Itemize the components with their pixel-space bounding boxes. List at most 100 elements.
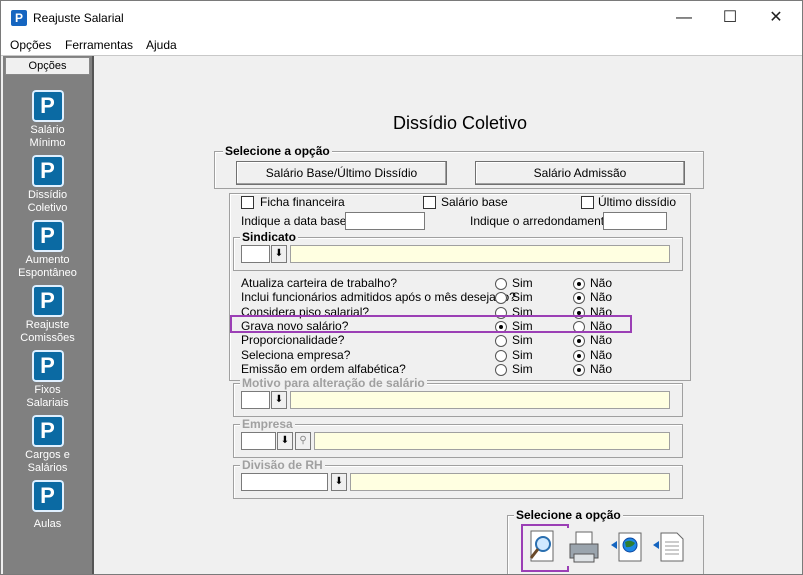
app-window: P Reajuste Salarial — ☐ ✕ Opções Ferrame… [0,0,803,575]
sim-label: Sim [512,348,533,362]
sidebar-item-fixos-salariais[interactable]: P Fixos Salariais [3,350,92,410]
sidebar-item-aumento-espontaneo[interactable]: P Aumento Espontâneo [3,220,92,280]
salario-admissao-button[interactable]: Salário Admissão [475,161,685,185]
question-label: Atualiza carteira de trabalho? [241,276,398,290]
sidebar-item-label: Espontâneo [18,267,77,279]
menu-bar: Opções Ferramentas Ajuda [1,35,802,56]
sidebar-item-label: Mínimo [29,137,66,149]
sim-radio[interactable] [495,278,507,290]
sidebar-item-label: Salariais [26,397,69,409]
menu-ajuda[interactable]: Ajuda [146,38,177,52]
sindicato-code-input[interactable] [241,245,270,263]
arredondamento-input[interactable] [603,212,667,230]
window-title: Reajuste Salarial [33,11,124,25]
motivo-code-input[interactable] [241,391,270,409]
sidebar-header: Opções [5,57,90,75]
sidebar-item-salario-minimo[interactable]: P Salário Mínimo [3,90,92,150]
globe-export-icon [611,532,642,562]
option-group-label: Selecione a opção [223,144,332,158]
maximize-button[interactable]: ☐ [707,1,753,35]
close-button[interactable]: ✕ [753,1,799,35]
sidebar-item-dissidio-coletivo[interactable]: P Dissídio Coletivo [3,155,92,215]
data-base-input[interactable] [345,212,425,230]
p-logo-icon: P [31,285,64,317]
sidebar: Opções P Salário Mínimo P Dissídio Colet… [3,56,94,574]
divisao-dropdown-icon[interactable]: ⬇ [331,473,347,491]
sidebar-item-label: Salários [27,462,68,474]
sidebar-item-label: Dissídio [27,189,68,201]
p-logo-icon: P [31,90,64,122]
divisao-name-field[interactable] [350,473,670,491]
nao-radio[interactable] [573,364,585,376]
nao-radio[interactable] [573,278,585,290]
highlight-preview-button [521,524,569,572]
sidebar-item-label: Cargos e [25,449,70,461]
question-label: Emissão em ordem alfabética? [241,362,406,376]
nao-radio[interactable] [573,335,585,347]
ultimo-dissidio-checkbox[interactable] [581,196,594,209]
sindicato-dropdown-icon[interactable]: ⬇ [271,245,287,263]
motivo-label: Motivo para alteração de salário [240,376,427,390]
p-logo-icon: P [31,480,64,512]
empresa-search-icon[interactable]: ⚲ [295,432,311,450]
ficha-financeira-checkbox[interactable] [241,196,254,209]
empresa-name-field[interactable] [314,432,670,450]
nao-radio[interactable] [573,350,585,362]
output-group-label: Selecione a opção [514,508,623,522]
sidebar-item-label: Coletivo [27,202,68,214]
nao-label: Não [590,290,613,304]
sidebar-item-label: Aulas [33,518,62,530]
page-title: Dissídio Coletivo [393,113,528,133]
sim-radio[interactable] [495,350,507,362]
nao-radio[interactable] [573,292,585,304]
divisao-code-input[interactable] [241,473,328,491]
sidebar-item-label: Reajuste [25,319,70,331]
menu-opcoes[interactable]: Opções [10,38,51,52]
nao-label: Não [590,333,613,347]
sim-label: Sim [512,276,533,290]
sidebar-item-reajuste-comissoes[interactable]: P Reajuste Comissões [3,285,92,345]
data-base-label: Indique a data base: [241,214,350,228]
minimize-button[interactable]: — [661,1,707,35]
document-icon [653,532,684,562]
sindicato-label: Sindicato [240,230,299,244]
highlight-grava-novo-salario [230,315,632,333]
p-logo-icon: P [31,415,64,447]
sim-radio[interactable] [495,364,507,376]
p-logo-icon: P [31,155,64,187]
sidebar-item-label: Fixos [34,384,61,396]
sidebar-item-label: Salário [30,124,65,136]
sidebar-item-label: Comissões [20,332,75,344]
p-logo-icon: P [31,220,64,252]
salario-base-label: Salário base [441,195,508,209]
sim-radio[interactable] [495,335,507,347]
print-button[interactable] [567,528,601,566]
p-logo-icon: P [31,350,64,382]
motivo-dropdown-icon[interactable]: ⬇ [271,391,287,409]
sidebar-item-aulas[interactable]: P Aulas [3,480,92,531]
question-label: Proporcionalidade? [241,333,345,347]
nao-label: Não [590,276,613,290]
empresa-dropdown-icon[interactable]: ⬇ [277,432,293,450]
empresa-code-input[interactable] [241,432,276,450]
question-label: Inclui funcionários admitidos após o mês… [241,290,516,304]
sidebar-item-cargos-salarios[interactable]: P Cargos e Salários [3,415,92,475]
ficha-financeira-label: Ficha financeira [260,195,345,209]
sim-radio[interactable] [495,292,507,304]
printer-icon [569,531,599,563]
export-document-button[interactable] [651,528,685,566]
app-logo-icon: P [11,10,27,26]
question-label: Seleciona empresa? [241,348,351,362]
sindicato-name-field[interactable] [290,245,670,263]
salario-base-checkbox[interactable] [423,196,436,209]
divisao-label: Divisão de RH [240,458,325,472]
export-web-button[interactable] [609,528,643,566]
sim-label: Sim [512,333,533,347]
sidebar-item-label: Aumento [25,254,70,266]
motivo-description-field[interactable] [290,391,670,409]
ultimo-dissidio-label: Último dissídio [598,195,677,209]
nao-label: Não [590,362,613,376]
menu-ferramentas[interactable]: Ferramentas [65,38,133,52]
salario-base-button[interactable]: Salário Base/Último Dissídio [236,161,447,185]
sim-label: Sim [512,362,533,376]
